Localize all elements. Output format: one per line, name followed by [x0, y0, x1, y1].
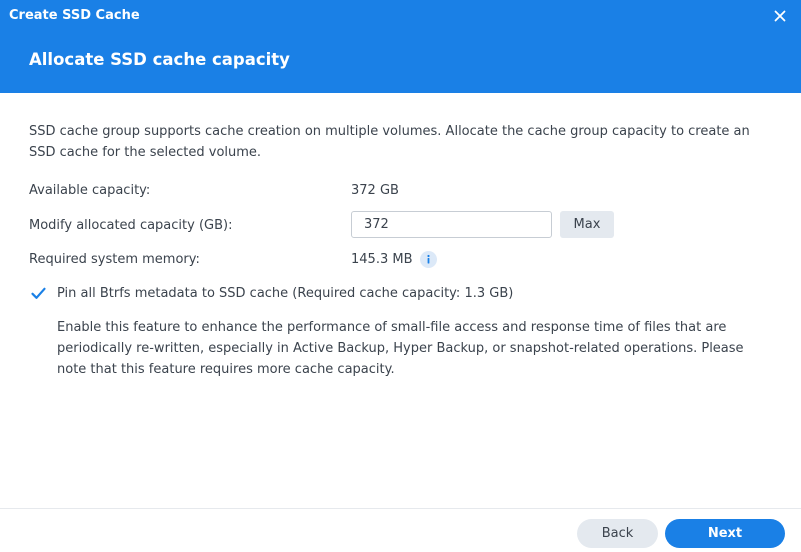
- info-icon[interactable]: [420, 251, 437, 268]
- close-icon: [774, 10, 786, 22]
- pin-metadata-description: Enable this feature to enhance the perfo…: [57, 320, 744, 377]
- step-title: Allocate SSD cache capacity: [29, 50, 290, 69]
- next-button[interactable]: Next: [665, 519, 785, 548]
- max-button[interactable]: Max: [560, 211, 614, 238]
- checkmark-icon: [31, 287, 46, 299]
- close-button[interactable]: [770, 6, 790, 26]
- back-button[interactable]: Back: [577, 519, 658, 548]
- available-capacity-value: 372 GB: [351, 183, 399, 198]
- dialog-header: Create SSD Cache Allocate SSD cache capa…: [0, 0, 801, 93]
- available-capacity-label: Available capacity:: [29, 183, 151, 198]
- allocated-capacity-input[interactable]: [351, 211, 552, 238]
- intro-description: SSD cache group supports cache creation …: [29, 124, 750, 160]
- pin-metadata-label[interactable]: Pin all Btrfs metadata to SSD cache (Req…: [57, 286, 513, 301]
- pin-metadata-checkbox[interactable]: [29, 284, 48, 303]
- footer-divider: [0, 508, 801, 509]
- window-title: Create SSD Cache: [9, 8, 140, 23]
- required-memory-label: Required system memory:: [29, 252, 200, 267]
- allocated-capacity-label: Modify allocated capacity (GB):: [29, 218, 233, 233]
- required-memory-value: 145.3 MB: [351, 252, 413, 267]
